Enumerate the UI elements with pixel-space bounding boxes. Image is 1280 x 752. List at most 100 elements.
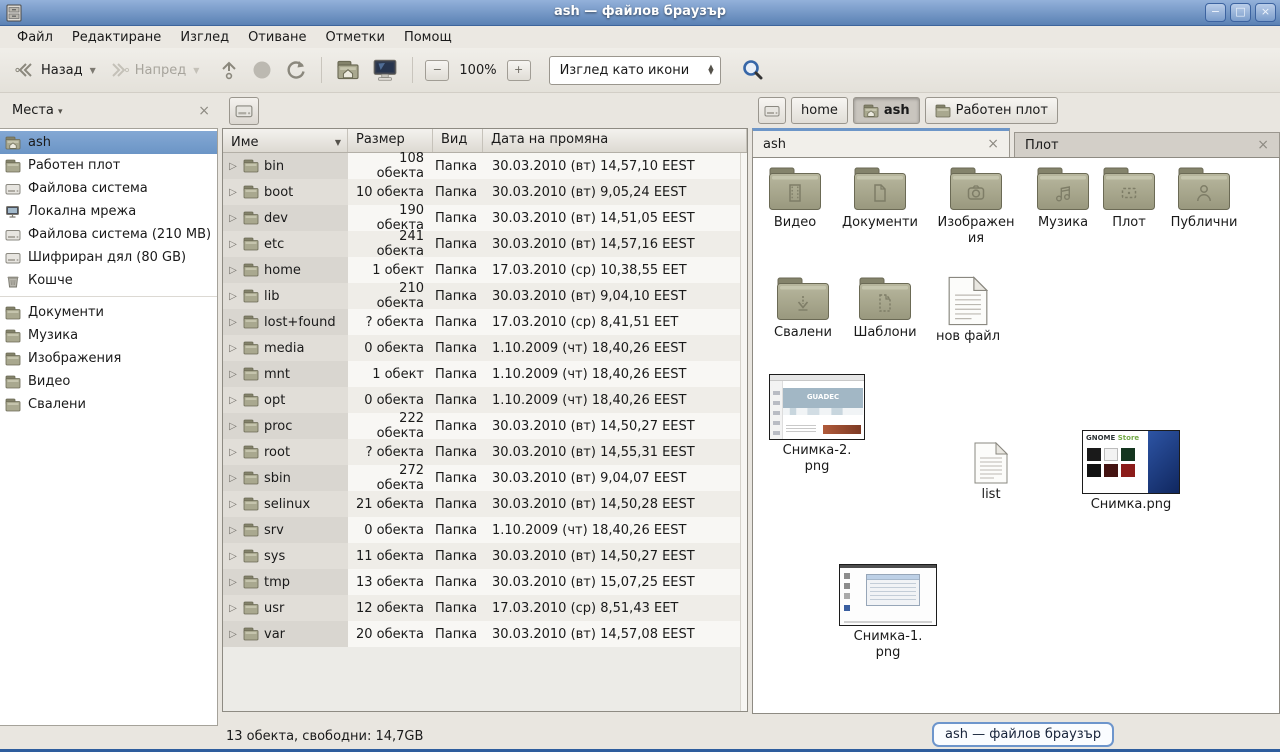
tab-close-icon[interactable]: × [987, 136, 999, 152]
sidebar-close-icon[interactable]: × [198, 103, 210, 119]
breadcrumb-ash-button[interactable]: ash [853, 97, 920, 124]
menu-item[interactable]: Редактиране [63, 28, 171, 47]
sidebar-item-network[interactable]: Локална мрежа [0, 200, 217, 223]
spinner-arrows-icon[interactable]: ▲▼ [702, 61, 713, 79]
table-row[interactable]: ▷ bin 108 обекта Папка 30.03.2010 (вт) 1… [223, 153, 740, 179]
menu-item[interactable]: Помощ [395, 28, 462, 47]
table-row[interactable]: ▷ home 1 обект Папка 17.03.2010 (ср) 10,… [223, 257, 740, 283]
icon-item-videos[interactable]: Видео [755, 166, 835, 231]
sidebar-item-encrypted-80gb[interactable]: Шифриран дял (80 GB) [0, 246, 217, 269]
table-row[interactable]: ▷ usr 12 обекта Папка 17.03.2010 (ср) 8,… [223, 595, 740, 621]
tab-plot[interactable]: Плот × [1014, 132, 1280, 157]
tree-scrollbar[interactable] [740, 153, 747, 711]
expander-icon[interactable]: ▷ [228, 603, 238, 614]
icon-item-snimka2[interactable]: GUADEC Снимка-2. png [765, 374, 869, 474]
sidebar-item-trash[interactable]: Кошче [0, 269, 217, 292]
breadcrumb-root-button[interactable] [758, 97, 786, 124]
view-mode-select[interactable]: Изглед като икони ▲▼ [549, 56, 721, 85]
table-row[interactable]: ▷ tmp 13 обекта Папка 30.03.2010 (вт) 15… [223, 569, 740, 595]
maximize-button[interactable]: □ [1230, 3, 1251, 22]
sidebar-item-filesystem-210mb[interactable]: Файлова система (210 MB) [0, 223, 217, 246]
sidebar-item-videos[interactable]: Видео [0, 370, 217, 393]
titlebar[interactable]: ash — файлов браузър − □ × [0, 0, 1280, 26]
expander-icon[interactable]: ▷ [228, 525, 238, 536]
icon-item-templates[interactable]: Шаблони [845, 276, 925, 341]
table-row[interactable]: ▷ srv 0 обекта Папка 1.10.2009 (чт) 18,4… [223, 517, 740, 543]
table-row[interactable]: ▷ opt 0 обекта Папка 1.10.2009 (чт) 18,4… [223, 387, 740, 413]
icon-item-snimka1[interactable]: Снимка-1. png [833, 564, 943, 660]
icon-item-list[interactable]: list [959, 442, 1023, 503]
sidebar-item-downloads[interactable]: Свалени [0, 393, 217, 416]
minimize-button[interactable]: − [1205, 3, 1226, 22]
breadcrumb-desktop-button[interactable]: Работен плот [925, 97, 1058, 124]
expander-icon[interactable]: ▷ [228, 343, 238, 354]
search-button[interactable] [735, 54, 771, 86]
menu-item[interactable]: Отметки [316, 28, 394, 47]
expander-icon[interactable]: ▷ [228, 473, 238, 484]
icon-item-documents[interactable]: Документи [837, 166, 923, 231]
expander-icon[interactable]: ▷ [228, 239, 238, 250]
taskbar-window-button[interactable]: ash — файлов браузър [932, 722, 1114, 747]
sidebar-item-filesystem[interactable]: Файлова система [0, 177, 217, 200]
expander-icon[interactable]: ▷ [228, 265, 238, 276]
table-row[interactable]: ▷ proc 222 обекта Папка 30.03.2010 (вт) … [223, 413, 740, 439]
expander-icon[interactable]: ▷ [228, 395, 238, 406]
close-button[interactable]: × [1255, 3, 1276, 22]
expander-icon[interactable]: ▷ [228, 369, 238, 380]
table-row[interactable]: ▷ dev 190 обекта Папка 30.03.2010 (вт) 1… [223, 205, 740, 231]
column-header-date[interactable]: Дата на промяна [483, 129, 747, 152]
icon-view[interactable]: Видео Документи [752, 157, 1280, 714]
column-header-name[interactable]: Име▼ [223, 129, 348, 152]
breadcrumb-home-button[interactable]: home [791, 97, 848, 124]
expander-icon[interactable]: ▷ [228, 629, 238, 640]
table-row[interactable]: ▷ sys 11 обекта Папка 30.03.2010 (вт) 14… [223, 543, 740, 569]
expander-icon[interactable]: ▷ [228, 317, 238, 328]
menu-item[interactable]: Файл [8, 28, 63, 47]
sidebar-item-ash[interactable]: ash [0, 131, 217, 154]
table-row[interactable]: ▷ lost+found ? обекта Папка 17.03.2010 (… [223, 309, 740, 335]
menu-item[interactable]: Отиване [239, 28, 316, 47]
tab-close-icon[interactable]: × [1257, 137, 1269, 153]
forward-button[interactable]: Напред ▼ [102, 56, 206, 84]
menu-item[interactable]: Изглед [171, 28, 239, 47]
zoom-out-button[interactable]: − [425, 60, 449, 81]
expander-icon[interactable]: ▷ [228, 187, 238, 198]
icon-item-downloads[interactable]: Свалени [761, 276, 845, 341]
column-header-size[interactable]: Размер [348, 129, 433, 152]
expander-icon[interactable]: ▷ [228, 551, 238, 562]
icon-item-new-file[interactable]: нов файл [929, 276, 1007, 345]
icon-item-snimka[interactable]: GNOME Store Снимка.png [1075, 430, 1187, 513]
tab-ash[interactable]: ash × [752, 128, 1010, 157]
expander-icon[interactable]: ▷ [228, 291, 238, 302]
table-row[interactable]: ▷ sbin 272 обекта Папка 30.03.2010 (вт) … [223, 465, 740, 491]
table-row[interactable]: ▷ media 0 обекта Папка 1.10.2009 (чт) 18… [223, 335, 740, 361]
table-row[interactable]: ▷ mnt 1 обект Папка 1.10.2009 (чт) 18,40… [223, 361, 740, 387]
sidebar-item-pictures[interactable]: Изображения [0, 347, 217, 370]
table-row[interactable]: ▷ boot 10 обекта Папка 30.03.2010 (вт) 9… [223, 179, 740, 205]
expander-icon[interactable]: ▷ [228, 213, 238, 224]
table-row[interactable]: ▷ root ? обекта Папка 30.03.2010 (вт) 14… [223, 439, 740, 465]
icon-item-pictures[interactable]: Изображен ия [929, 166, 1023, 246]
table-row[interactable]: ▷ selinux 21 обекта Папка 30.03.2010 (вт… [223, 491, 740, 517]
up-button[interactable] [213, 55, 245, 85]
table-row[interactable]: ▷ var 20 обекта Папка 30.03.2010 (вт) 14… [223, 621, 740, 647]
icon-item-desktop[interactable]: Плот [1093, 166, 1165, 231]
reload-button[interactable] [279, 55, 313, 85]
filesystem-root-button[interactable] [229, 97, 259, 125]
sidebar-item-music[interactable]: Музика [0, 324, 217, 347]
sidebar-item-desktop[interactable]: Работен плот [0, 154, 217, 177]
sidebar-pane-select[interactable]: Места ▾ [12, 103, 63, 118]
expander-icon[interactable]: ▷ [228, 421, 238, 432]
sidebar-item-documents[interactable]: Документи [0, 301, 217, 324]
expander-icon[interactable]: ▷ [228, 447, 238, 458]
zoom-in-button[interactable]: + [507, 60, 531, 81]
computer-button[interactable] [366, 54, 404, 86]
expander-icon[interactable]: ▷ [228, 499, 238, 510]
expander-icon[interactable]: ▷ [228, 577, 238, 588]
icon-item-music[interactable]: Музика [1023, 166, 1103, 231]
home-button[interactable] [330, 56, 366, 84]
column-header-type[interactable]: Вид [433, 129, 483, 152]
stop-button[interactable] [245, 55, 279, 85]
icon-item-public[interactable]: Публични [1161, 166, 1247, 231]
back-button[interactable]: Назад ▼ [8, 56, 102, 84]
